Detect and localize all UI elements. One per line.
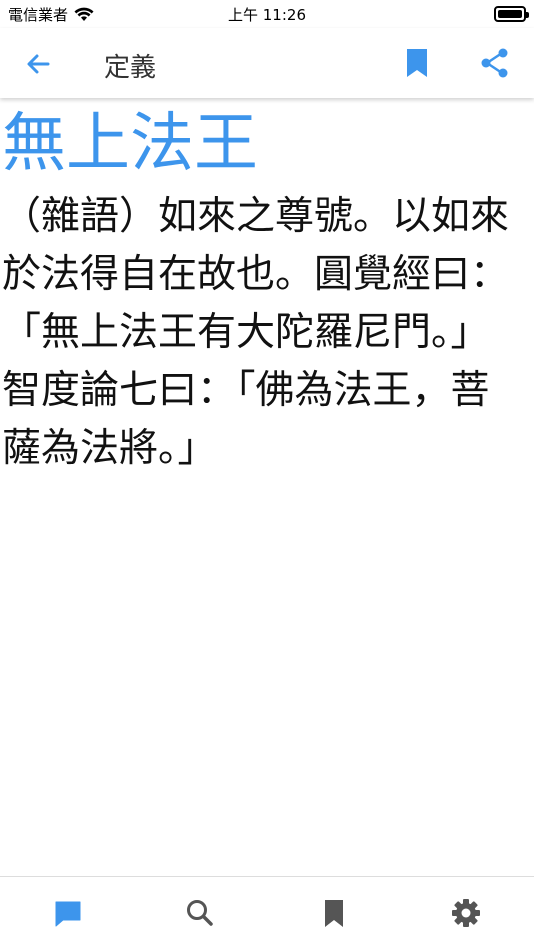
tab-definition-chat-bubble-icon[interactable] [52, 897, 84, 929]
arrow-left-icon[interactable] [22, 48, 54, 80]
entry-definition: （雜語）如來之尊號。以如來於法得自在故也。圓覺經曰：「無上法王有大陀羅尼門。」智… [2, 194, 510, 471]
status-time: 上午 11:26 [228, 6, 306, 24]
tab-bar [0, 876, 534, 950]
share-icon[interactable] [478, 46, 512, 80]
page-title: 定義 [104, 53, 157, 83]
status-bar: 電信業者 上午 11:26 [0, 0, 534, 28]
navigation-bar: 定義 [0, 28, 534, 98]
tab-bookmarks-bookmark-icon[interactable] [318, 897, 350, 929]
battery-level [498, 10, 522, 18]
app-screen: 電信業者 上午 11:26 定義 無上法王 （雜語）如來之尊號。以如來於法得自在… [0, 0, 534, 950]
tab-settings-gear-icon[interactable] [450, 897, 482, 929]
tab-search-icon[interactable] [184, 897, 216, 929]
entry-term: 無上法王 [2, 107, 258, 181]
battery-icon [494, 6, 529, 22]
bookmark-icon[interactable] [400, 46, 434, 80]
definition-content: 無上法王 （雜語）如來之尊號。以如來於法得自在故也。圓覺經曰：「無上法王有大陀羅… [0, 100, 534, 875]
